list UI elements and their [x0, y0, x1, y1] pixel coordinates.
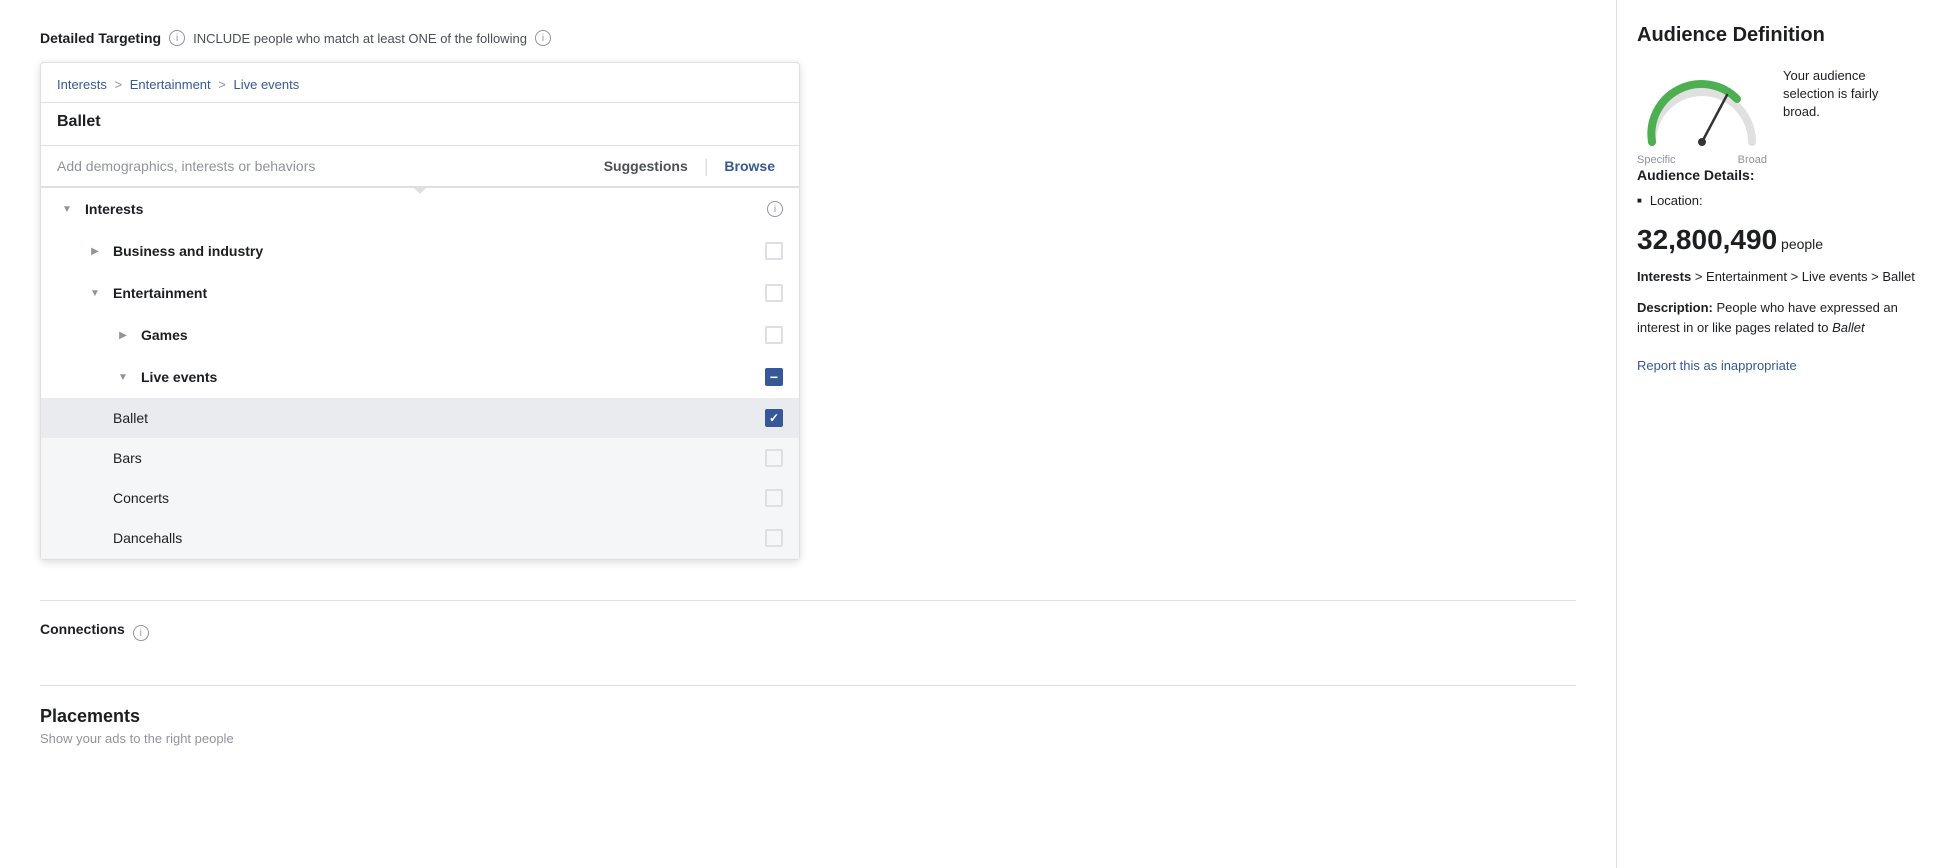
location-label: Location: — [1650, 193, 1703, 208]
location-item: Location: — [1637, 193, 1916, 208]
gauge-description: Your audience selection is fairly broad. — [1783, 67, 1916, 122]
category-label-entertainment: Entertainment — [113, 285, 765, 301]
breadcrumb-sep2: > — [218, 77, 226, 92]
tab-suggestions[interactable]: Suggestions — [588, 146, 704, 186]
targeting-info-icon[interactable]: i — [169, 30, 185, 46]
tab-browse[interactable]: Browse — [708, 146, 791, 186]
checkbox-business[interactable] — [765, 242, 783, 260]
category-label-interests: Interests — [85, 201, 767, 217]
targeting-dropdown-panel: Interests > Entertainment > Live events … — [40, 62, 800, 560]
category-label-games: Games — [141, 327, 765, 343]
include-text: INCLUDE people who match at least ONE of… — [193, 31, 527, 46]
audience-path: Interests > Entertainment > Live events … — [1637, 268, 1916, 286]
connections-info-icon[interactable]: i — [133, 625, 149, 641]
description-label: Description: — [1637, 300, 1713, 315]
audience-definition-sidebar: Audience Definition Spec — [1616, 0, 1936, 868]
leaf-row-dancehalls[interactable]: Dancehalls — [41, 518, 799, 558]
interests-info-icon[interactable]: i — [767, 201, 783, 217]
checkbox-entertainment[interactable] — [765, 284, 783, 302]
category-row-business[interactable]: ▶ Business and industry — [41, 230, 799, 272]
leaf-label-ballet: Ballet — [113, 410, 765, 426]
category-label-live-events: Live events — [141, 369, 765, 385]
dropdown-caret — [412, 186, 428, 194]
tab-group: Suggestions | Browse — [588, 146, 799, 186]
browse-list: ▼ Interests i ▶ Business and industry — [41, 188, 799, 559]
leaf-row-ballet[interactable]: Ballet — [41, 398, 799, 438]
category-label-business: Business and industry — [113, 243, 765, 259]
report-inappropriate-link[interactable]: Report this as inappropriate — [1637, 358, 1797, 373]
include-info-icon[interactable]: i — [535, 30, 551, 46]
leaf-label-dancehalls: Dancehalls — [113, 530, 765, 546]
expand-icon-business: ▶ — [85, 241, 105, 261]
leaf-label-concerts: Concerts — [113, 490, 765, 506]
checkbox-bars[interactable] — [765, 449, 783, 467]
collapse-icon-live-events: ▼ — [113, 367, 133, 387]
leaf-row-bars[interactable]: Bars — [41, 438, 799, 478]
audience-path-text: > Entertainment > Live events > Ballet — [1695, 269, 1915, 284]
audience-count-suffix: people — [1781, 236, 1823, 252]
audience-path-label: Interests — [1637, 269, 1691, 284]
description-italic: Ballet — [1832, 320, 1865, 335]
breadcrumb-interests[interactable]: Interests — [57, 77, 107, 92]
gauge-labels: Specific Broad — [1637, 154, 1767, 166]
targeting-title: Detailed Targeting — [40, 30, 161, 46]
checkbox-concerts[interactable] — [765, 489, 783, 507]
gauge-container: Specific Broad Your audience selection i… — [1637, 67, 1916, 147]
placements-title: Placements — [40, 706, 1576, 727]
live-events-sub-wrapper: ▼ Live events — [41, 356, 799, 398]
category-row-entertainment[interactable]: ▼ Entertainment — [41, 272, 799, 314]
leaf-label-bars: Bars — [113, 450, 765, 466]
audience-count-row: 32,800,490 people — [1637, 224, 1916, 256]
category-row-interests[interactable]: ▼ Interests i — [41, 188, 799, 230]
detailed-targeting-section: Detailed Targeting i INCLUDE people who … — [40, 30, 1576, 560]
audience-def-title: Audience Definition — [1637, 24, 1916, 47]
checkbox-live-events[interactable] — [765, 368, 783, 386]
checkbox-ballet[interactable] — [765, 409, 783, 427]
games-sub-wrapper: ▶ Games — [41, 314, 799, 356]
category-row-live-events[interactable]: ▼ Live events — [69, 356, 799, 398]
current-item-title: Ballet — [41, 103, 799, 146]
breadcrumb-sep1: > — [114, 77, 122, 92]
search-input[interactable] — [41, 146, 588, 186]
gauge-chart: Specific Broad — [1637, 67, 1767, 147]
search-row: Suggestions | Browse — [41, 146, 799, 188]
collapse-icon-entertainment: ▼ — [85, 283, 105, 303]
gauge-label-broad: Broad — [1738, 154, 1767, 166]
expand-icon-games: ▶ — [113, 325, 133, 345]
connections-section: Connections i — [40, 600, 1576, 645]
category-interests: ▼ Interests i ▶ Business and industry — [41, 188, 799, 559]
placements-section: Placements Show your ads to the right pe… — [40, 685, 1576, 746]
audience-count: 32,800,490 — [1637, 224, 1777, 255]
checkbox-games[interactable] — [765, 326, 783, 344]
checkbox-dancehalls[interactable] — [765, 529, 783, 547]
breadcrumb: Interests > Entertainment > Live events — [41, 63, 799, 103]
audience-description: Description: People who have expressed a… — [1637, 298, 1916, 337]
gauge-label-specific: Specific — [1637, 154, 1676, 166]
category-row-games[interactable]: ▶ Games — [69, 314, 799, 356]
audience-details-title: Audience Details: — [1637, 167, 1916, 183]
collapse-icon-interests: ▼ — [57, 199, 77, 219]
placements-subtitle: Show your ads to the right people — [40, 731, 1576, 746]
interests-info: i — [767, 201, 783, 217]
audience-details-list: Location: — [1637, 193, 1916, 208]
breadcrumb-entertainment[interactable]: Entertainment — [130, 77, 211, 92]
breadcrumb-live-events[interactable]: Live events — [233, 77, 299, 92]
leaf-row-concerts[interactable]: Concerts — [41, 478, 799, 518]
connections-title: Connections — [40, 621, 125, 637]
